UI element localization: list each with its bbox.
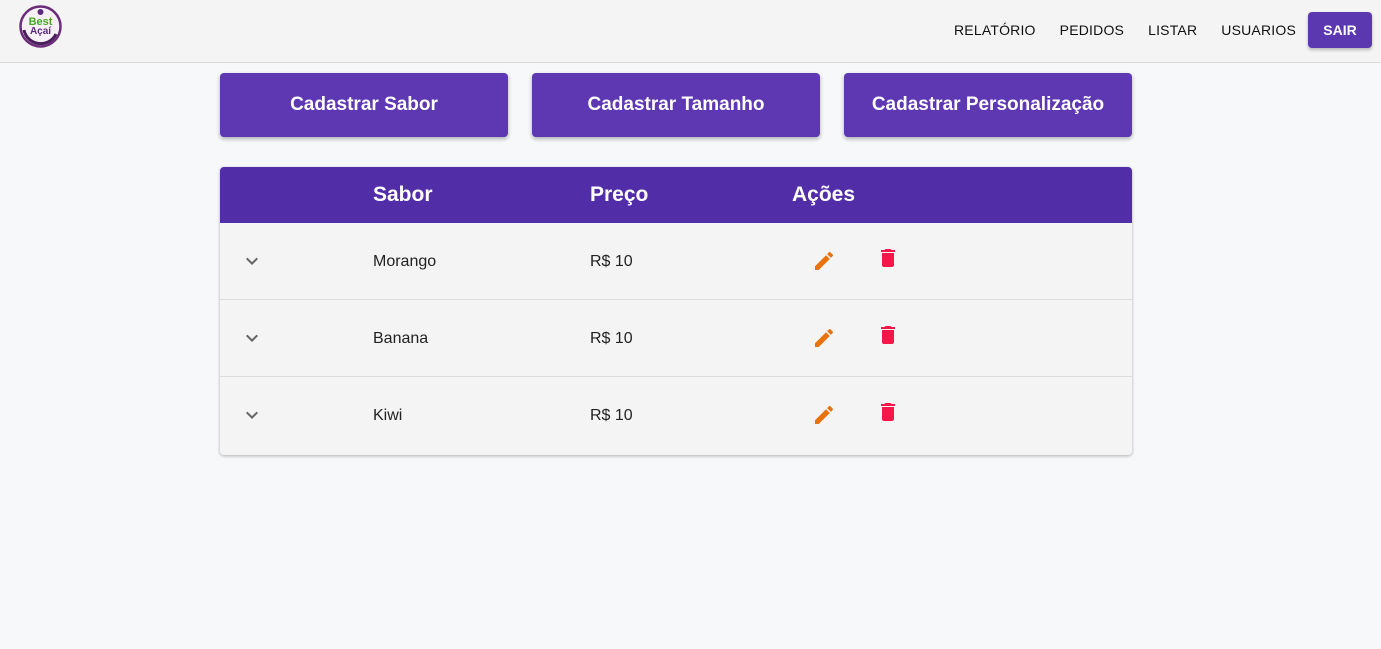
cell-sabor: Banana	[373, 330, 429, 347]
trash-icon[interactable]	[876, 400, 900, 424]
add-size-button[interactable]: Cadastrar Tamanho	[532, 73, 820, 137]
column-header-preco: Preço	[590, 183, 649, 206]
nav-listar[interactable]: LISTAR	[1148, 22, 1197, 38]
chevron-down-icon[interactable]	[240, 403, 264, 427]
cell-preco: R$ 10	[590, 407, 633, 424]
cell-preco: R$ 10	[590, 253, 633, 270]
add-flavor-button[interactable]: Cadastrar Sabor	[220, 73, 508, 137]
logo-wordmark: Best Açaí	[18, 17, 63, 37]
nav-relatorio[interactable]: RELATÓRIO	[954, 22, 1036, 38]
action-buttons: Cadastrar Sabor Cadastrar Tamanho Cadast…	[220, 73, 1132, 137]
trash-icon[interactable]	[876, 323, 900, 347]
trash-icon[interactable]	[876, 246, 900, 270]
flavors-table: Sabor Preço Ações Morango R$ 10 Banana R…	[220, 167, 1132, 455]
cell-sabor: Morango	[373, 253, 437, 270]
brand-logo[interactable]: Best Açaí	[18, 4, 63, 49]
column-header-acoes: Ações	[792, 183, 856, 206]
table-row: Morango R$ 10	[220, 223, 1132, 300]
chevron-down-icon[interactable]	[240, 326, 264, 350]
table-row: Banana R$ 10	[220, 300, 1132, 377]
chevron-down-icon[interactable]	[240, 249, 264, 273]
column-header-sabor: Sabor	[373, 183, 433, 206]
main-nav: RELATÓRIO PEDIDOS LISTAR USUARIOS SAIR	[954, 12, 1372, 48]
pencil-icon[interactable]	[812, 403, 836, 427]
nav-usuarios[interactable]: USUARIOS	[1221, 22, 1296, 38]
top-app-bar: Best Açaí RELATÓRIO PEDIDOS LISTAR USUAR…	[0, 0, 1381, 63]
table-row: Kiwi R$ 10	[220, 377, 1132, 454]
nav-pedidos[interactable]: PEDIDOS	[1060, 22, 1124, 38]
pencil-icon[interactable]	[812, 326, 836, 350]
add-customization-button[interactable]: Cadastrar Personalização	[844, 73, 1132, 137]
cell-preco: R$ 10	[590, 330, 633, 347]
logo-line-2: Açaí	[29, 26, 52, 37]
logout-button[interactable]: SAIR	[1308, 12, 1372, 48]
pencil-icon[interactable]	[812, 249, 836, 273]
table-header: Sabor Preço Ações	[220, 167, 1132, 223]
cell-sabor: Kiwi	[373, 407, 403, 424]
